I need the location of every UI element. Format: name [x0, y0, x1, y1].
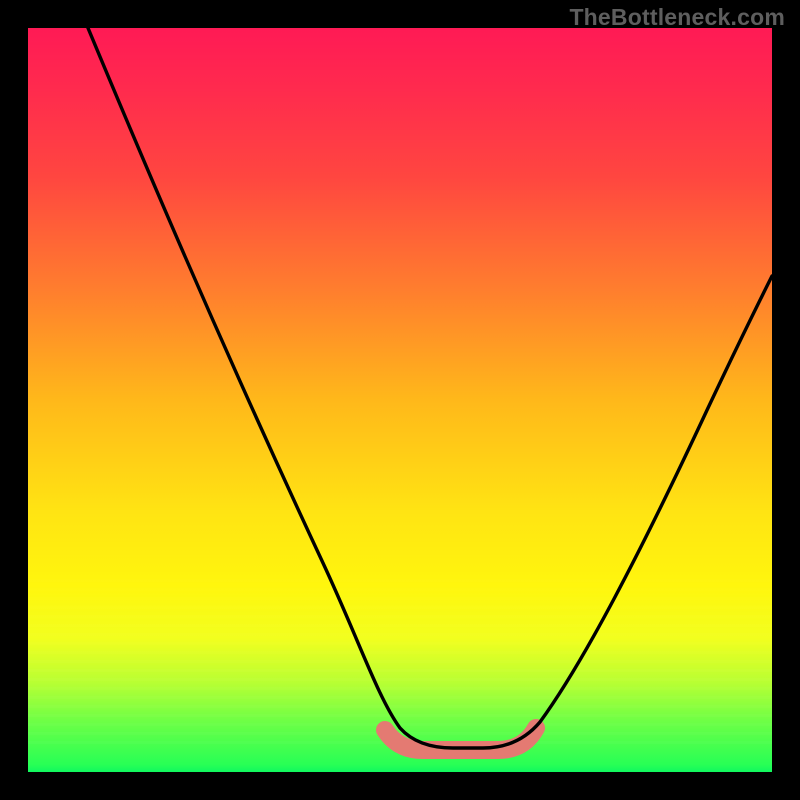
watermark-text: TheBottleneck.com	[569, 4, 785, 31]
plot-area	[28, 28, 772, 772]
chart-frame: TheBottleneck.com	[0, 0, 800, 800]
curve-line	[88, 28, 772, 748]
bottleneck-curve	[28, 28, 772, 772]
